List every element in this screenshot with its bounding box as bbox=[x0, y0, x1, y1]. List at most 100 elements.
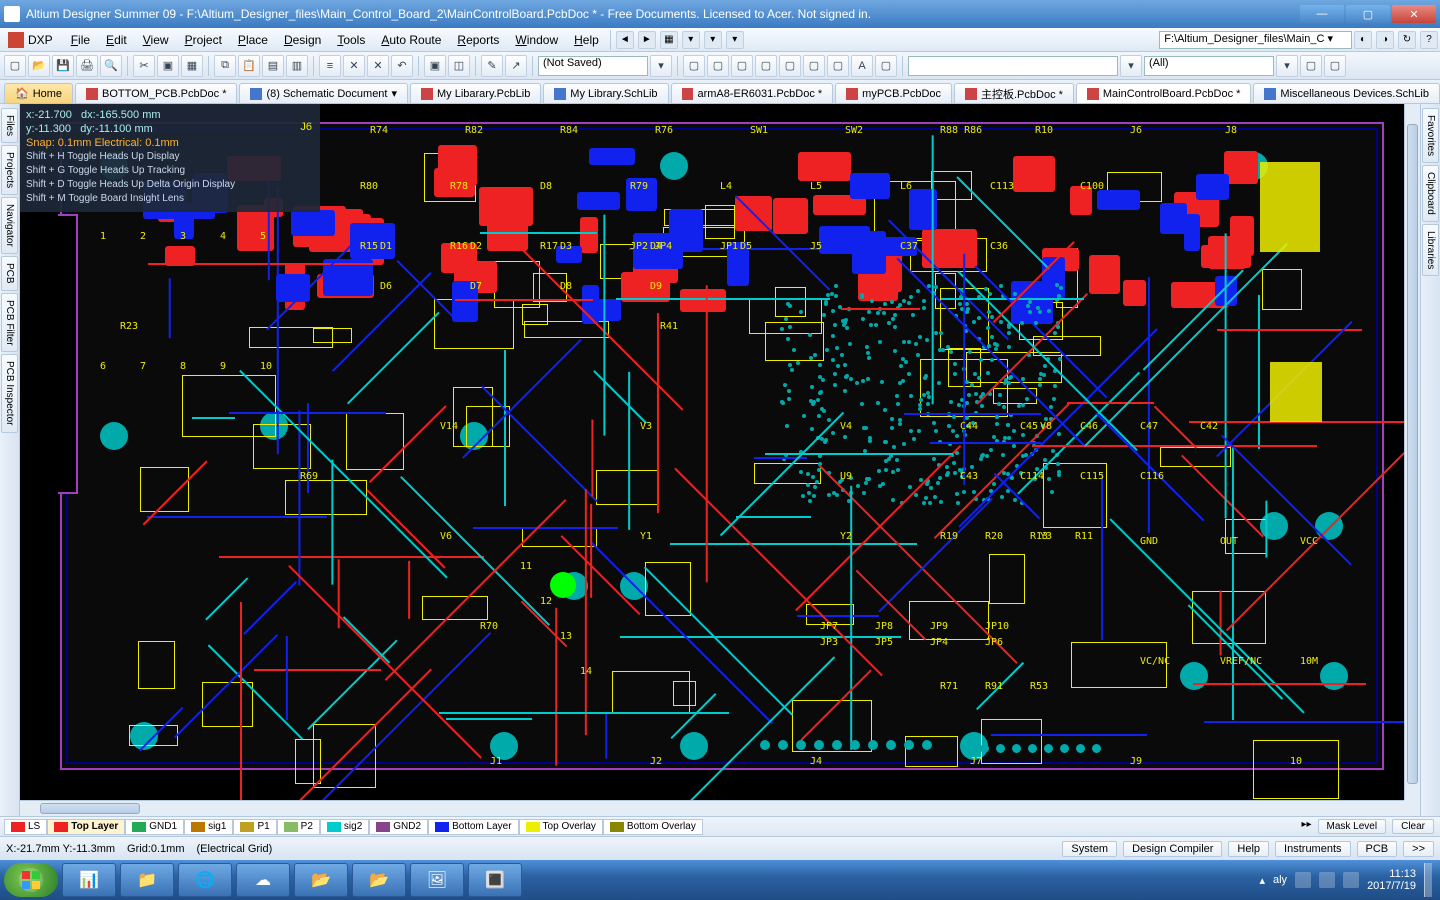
show-desktop-button[interactable] bbox=[1424, 863, 1432, 897]
status-button-[interactable]: >> bbox=[1403, 841, 1434, 857]
tool-icon[interactable]: ✂ bbox=[133, 55, 155, 77]
layer-tab-top-layer[interactable]: Top Layer bbox=[47, 819, 125, 835]
doc-tab[interactable]: armA8-ER6031.PcbDoc * bbox=[671, 83, 834, 103]
tray-flag-icon[interactable] bbox=[1295, 872, 1311, 888]
tool-icon[interactable]: ▾ bbox=[682, 31, 700, 49]
undo-icon[interactable]: ↶ bbox=[391, 55, 413, 77]
folder-icon[interactable]: 📂 bbox=[294, 863, 348, 897]
preview-icon[interactable]: 🖼 bbox=[410, 863, 464, 897]
filter-combo-2[interactable]: (All) bbox=[1144, 56, 1274, 76]
clear-button[interactable]: Clear bbox=[1392, 819, 1434, 834]
tool-icon[interactable]: ▾ bbox=[704, 31, 722, 49]
doc-tab[interactable]: (8) Schematic Document ▾ bbox=[239, 83, 408, 103]
tool-icon[interactable]: ◫ bbox=[448, 55, 470, 77]
nav-fwd-icon[interactable]: ► bbox=[638, 31, 656, 49]
tool-icon[interactable]: ▣ bbox=[424, 55, 446, 77]
status-button-pcb[interactable]: PCB bbox=[1357, 841, 1398, 857]
dxp-menu[interactable]: DXP bbox=[8, 32, 53, 48]
doc-tab[interactable]: myPCB.PcbDoc bbox=[835, 83, 952, 103]
panel-tab-navigator[interactable]: Navigator bbox=[1, 197, 18, 254]
doc-tab[interactable]: MainControlBoard.PcbDoc * bbox=[1076, 83, 1252, 103]
dropdown-icon[interactable]: ▾ bbox=[650, 55, 672, 77]
explorer-icon[interactable]: 📁 bbox=[120, 863, 174, 897]
panel-tab-pcb[interactable]: PCB bbox=[1, 256, 18, 291]
menu-window[interactable]: Window bbox=[507, 31, 566, 49]
tool-icon[interactable]: ✎ bbox=[481, 55, 503, 77]
panel-tab-clipboard[interactable]: Clipboard bbox=[1422, 165, 1439, 222]
layer-tab-gnd2[interactable]: GND2 bbox=[369, 819, 428, 835]
layer-tab-p1[interactable]: P1 bbox=[233, 819, 276, 835]
vertical-scrollbar[interactable] bbox=[1404, 104, 1420, 800]
tool-icon[interactable]: ▤ bbox=[262, 55, 284, 77]
panel-tab-pcb-inspector[interactable]: PCB Inspector bbox=[1, 354, 18, 432]
layer-tab-ls[interactable]: LS bbox=[4, 819, 47, 835]
ime-indicator[interactable]: aly bbox=[1273, 874, 1287, 886]
window-maximize-button[interactable]: ▢ bbox=[1346, 5, 1390, 23]
tool-icon[interactable]: ▢ bbox=[779, 55, 801, 77]
status-button-help[interactable]: Help bbox=[1228, 841, 1269, 857]
refresh-icon[interactable]: ↻ bbox=[1398, 31, 1416, 49]
layer-tab-p2[interactable]: P2 bbox=[277, 819, 320, 835]
tool-icon[interactable]: ▢ bbox=[827, 55, 849, 77]
tool-icon[interactable]: ▢ bbox=[683, 55, 705, 77]
tray-chevron-up-icon[interactable]: ▴ bbox=[1259, 874, 1265, 887]
panel-tab-projects[interactable]: Projects bbox=[1, 145, 18, 195]
tool-icon[interactable]: ▥ bbox=[286, 55, 308, 77]
doc-tab[interactable]: BOTTOM_PCB.PcbDoc * bbox=[75, 83, 237, 103]
tool-icon[interactable]: ▢ bbox=[875, 55, 897, 77]
open-icon[interactable]: 📂 bbox=[28, 55, 50, 77]
status-button-instruments[interactable]: Instruments bbox=[1275, 841, 1350, 857]
home-tab[interactable]: 🏠 Home bbox=[4, 83, 73, 103]
tool-icon[interactable]: ✕ bbox=[367, 55, 389, 77]
align-icon[interactable]: ≡ bbox=[319, 55, 341, 77]
nav-back-icon[interactable]: ◄ bbox=[616, 31, 634, 49]
panel-tab-libraries[interactable]: Libraries bbox=[1422, 224, 1439, 276]
recent-file-combo[interactable]: F:\Altium_Designer_files\Main_C ▾ bbox=[1159, 31, 1352, 49]
menu-design[interactable]: Design bbox=[276, 31, 329, 49]
print-icon[interactable]: 🖨 bbox=[76, 55, 98, 77]
pcb-icon[interactable]: 🔳 bbox=[468, 863, 522, 897]
tool-icon[interactable]: ◐ bbox=[1354, 31, 1372, 49]
tool-icon[interactable]: ▣ bbox=[157, 55, 179, 77]
folder2-icon[interactable]: 📂 bbox=[352, 863, 406, 897]
menu-project[interactable]: Project bbox=[177, 31, 230, 49]
menu-place[interactable]: Place bbox=[230, 31, 276, 49]
panel-tab-pcb-filter[interactable]: PCB Filter bbox=[1, 293, 18, 353]
status-button-designcompiler[interactable]: Design Compiler bbox=[1123, 841, 1222, 857]
tray-network-icon[interactable] bbox=[1319, 872, 1335, 888]
doc-tab[interactable]: My Library.SchLib bbox=[543, 83, 668, 103]
layer-tab-sig1[interactable]: sig1 bbox=[184, 819, 233, 835]
baidu-icon[interactable]: ☁ bbox=[236, 863, 290, 897]
tool-icon[interactable]: ▢ bbox=[755, 55, 777, 77]
horizontal-scrollbar[interactable] bbox=[20, 800, 1404, 816]
layer-tab-scroll-icon[interactable]: ▸▸ bbox=[1301, 819, 1311, 834]
paste-icon[interactable]: 📋 bbox=[238, 55, 260, 77]
window-minimize-button[interactable]: — bbox=[1300, 5, 1344, 23]
grid-icon[interactable]: ▦ bbox=[660, 31, 678, 49]
menu-auto-route[interactable]: Auto Route bbox=[373, 31, 449, 49]
panel-tab-files[interactable]: Files bbox=[1, 108, 18, 143]
doc-tab[interactable]: My Libarary.PcbLib bbox=[410, 83, 541, 103]
start-button[interactable] bbox=[4, 863, 58, 897]
pcb-canvas[interactable]: x:-21.700 dx:-165.500 mm y:-11.300 dy:-1… bbox=[20, 104, 1404, 800]
new-icon[interactable]: ▢ bbox=[4, 55, 26, 77]
panel-tab-favorites[interactable]: Favorites bbox=[1422, 108, 1439, 163]
tray-clock[interactable]: 11:132017/7/19 bbox=[1367, 868, 1416, 892]
tool-icon[interactable]: ↗ bbox=[505, 55, 527, 77]
menu-help[interactable]: Help bbox=[566, 31, 607, 49]
doc-tab[interactable]: Miscellaneous Devices.SchLib bbox=[1253, 83, 1440, 103]
filter-combo-1[interactable] bbox=[908, 56, 1118, 76]
save-icon[interactable]: 💾 bbox=[52, 55, 74, 77]
layer-tab-top-overlay[interactable]: Top Overlay bbox=[519, 819, 603, 835]
tool-icon[interactable]: ▢ bbox=[707, 55, 729, 77]
layer-tab-bottom-layer[interactable]: Bottom Layer bbox=[428, 819, 518, 835]
menu-reports[interactable]: Reports bbox=[449, 31, 507, 49]
preview-icon[interactable]: 🔍 bbox=[100, 55, 122, 77]
save-state-select[interactable]: (Not Saved) bbox=[538, 56, 648, 76]
tool-icon[interactable]: ▢ bbox=[1324, 55, 1346, 77]
copy-icon[interactable]: ⧉ bbox=[214, 55, 236, 77]
menu-file[interactable]: File bbox=[63, 31, 98, 49]
menu-view[interactable]: View bbox=[135, 31, 177, 49]
tool-icon[interactable]: ▾ bbox=[726, 31, 744, 49]
menu-tools[interactable]: Tools bbox=[329, 31, 373, 49]
